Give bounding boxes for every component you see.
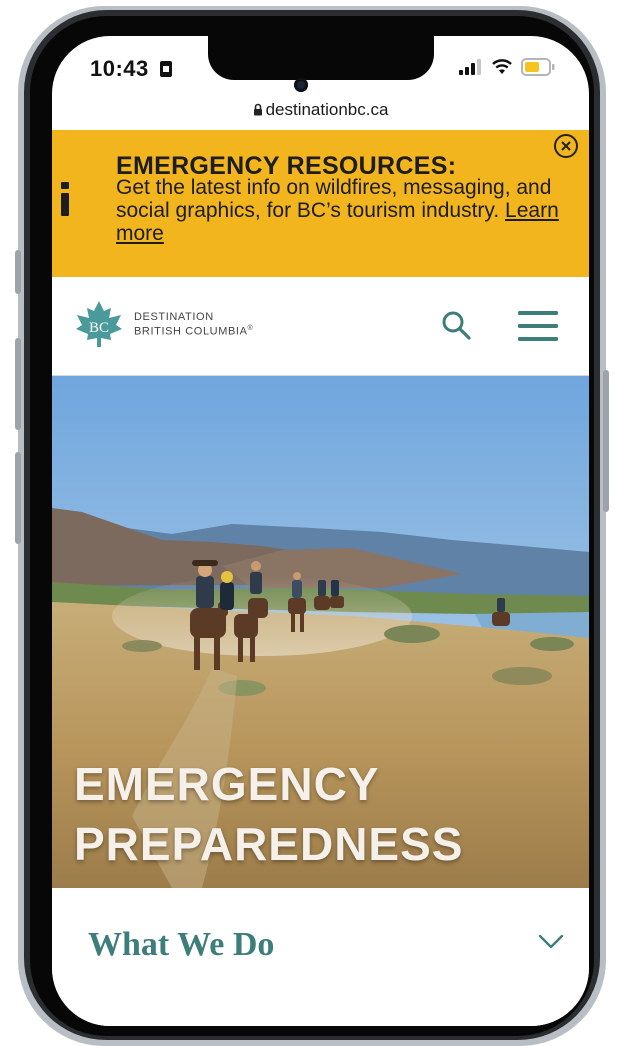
close-banner-button[interactable] [554,134,578,158]
power-button [603,370,609,512]
hero-image: EMERGENCY PREPAREDNESS [52,376,589,888]
battery-icon [521,58,555,76]
logo-mark-text: BC [89,320,109,336]
logo-line-2: BRITISH COLUMBIA® [134,323,253,338]
hero-title-line-1: EMERGENCY [74,758,380,810]
url-bar[interactable]: destinationbc.ca [52,100,589,120]
logo-trademark: ® [247,324,254,332]
wifi-icon [492,59,512,74]
volume-up-button [15,338,21,430]
close-icon [561,141,571,151]
search-button[interactable] [440,309,472,341]
site-header: BC DESTINATION BRITISH COLUMBIA® [52,277,589,376]
front-camera [294,78,308,92]
sim-card-icon [160,61,173,77]
search-icon [442,311,471,340]
phone-screen: 10:43 destinationbc.ca EMERGENCY RESOURC… [52,36,589,1026]
logo-line-2-text: BRITISH COLUMBIA [134,325,248,338]
menu-icon [518,311,558,341]
status-icons [459,58,555,76]
banner-body: Get the latest info on wildfires, messag… [116,176,566,245]
bc-leaf-logo: BC [76,301,122,347]
menu-button[interactable] [518,309,558,343]
site-logo[interactable]: BC DESTINATION BRITISH COLUMBIA® [74,299,253,349]
lock-icon [253,103,262,116]
logo-line-1: DESTINATION [134,310,214,323]
url-text: destinationbc.ca [265,100,389,119]
status-time: 10:43 [90,56,173,82]
banner-body-text: Get the latest info on wildfires, messag… [116,176,552,222]
logo-wordmark: DESTINATION BRITISH COLUMBIA® [134,311,253,338]
notch [208,36,434,80]
what-we-do-accordion[interactable]: What We Do [52,888,589,1026]
signal-icon [459,59,481,75]
emergency-banner: EMERGENCY RESOURCES: Get the latest info… [52,130,589,277]
hero-title-line-2: PREPAREDNESS [74,818,464,870]
status-time-text: 10:43 [90,56,149,81]
what-we-do-label: What We Do [88,926,275,963]
mute-switch [15,250,21,294]
info-icon [61,182,69,216]
volume-down-button [15,452,21,544]
chevron-down-icon [538,934,564,949]
hero-title: EMERGENCY PREPAREDNESS [74,754,463,874]
